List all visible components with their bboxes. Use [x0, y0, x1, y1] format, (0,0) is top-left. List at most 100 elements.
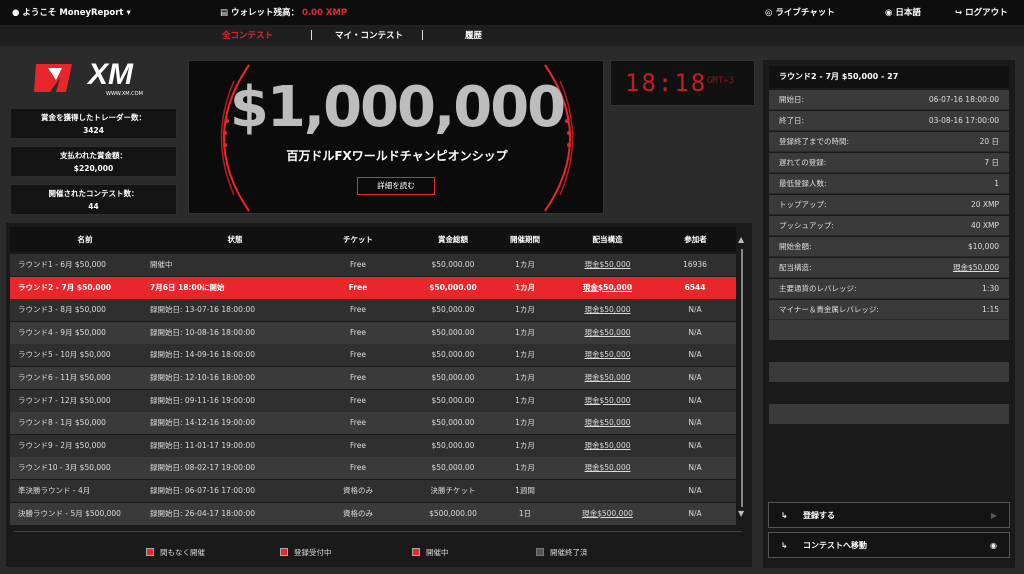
table-row[interactable]: ラウンド1 - 6月 $50,000 開催中 Free $50,000.00 1カ月 現金…	[10, 254, 736, 276]
globe-icon: ◉	[885, 8, 893, 18]
legend-label: 開催中	[426, 548, 449, 557]
table-row[interactable]: 決勝ラウンド - 5月 $500,000 録開始日: 26-04-17 18:00…	[10, 502, 736, 525]
table-row[interactable]: ラウンド4 - 9月 $50,000 録開始日: 10-08-16 18:00:0…	[10, 321, 736, 344]
table-row[interactable]: ラウンド7 - 12月 $50,000 録開始日: 09-11-16 19:00:…	[10, 389, 736, 412]
table-cell: N/A	[688, 440, 702, 450]
payout-link[interactable]: 現金$50,000	[565, 254, 650, 276]
payout-link[interactable]	[565, 480, 650, 502]
table-cell: $500,000.00	[429, 508, 477, 518]
table-row[interactable]: ラウンド3 - 8月 $50,000 録開始日: 13-07-16 18:00:0…	[10, 299, 736, 322]
user-menu[interactable]: ● ようこそ MoneyReport ▾	[12, 0, 131, 26]
table-cell: 1カ月	[515, 350, 535, 360]
play-icon: ▶	[990, 511, 997, 520]
payout-link[interactable]: 現金$50,000	[565, 344, 650, 366]
table-cell: 1カ月	[514, 282, 536, 292]
legend-label: 開催終了済	[550, 548, 588, 557]
table-cell: Free	[350, 418, 366, 428]
detail-key: 開始日:	[779, 95, 805, 104]
live-chat-label: ライブチャット	[775, 8, 835, 18]
table-cell: 録開始日: 09-11-16 19:00:00	[150, 395, 256, 405]
table-row[interactable]: ラウンド5 - 10月 $50,000 録開始日: 14-09-16 18:00:…	[10, 344, 736, 367]
payout-link[interactable]: 現金$500,000	[565, 503, 650, 525]
detail-row: 開始金額: $10,000	[769, 237, 1009, 257]
detail-key: マイナー＆貴金属レバレッジ:	[779, 305, 879, 314]
table-row[interactable]: ラウンド6 - 11月 $50,000 録開始日: 12-10-16 18:00:…	[10, 367, 736, 389]
payout-link[interactable]: 現金$50,000	[565, 299, 650, 321]
go-to-contest-button[interactable]: ↳ コンテストへ移動 ◉	[768, 532, 1010, 558]
table-cell: $50,000.00	[431, 260, 475, 269]
wallet-label: ウォレット残高：	[231, 8, 300, 18]
tab-all-contests[interactable]: 全コンテスト	[222, 26, 273, 46]
table-cell: 録開始日: 12-10-16 18:00:00	[150, 373, 256, 382]
detail-value: 20 日	[979, 137, 999, 146]
table-cell: 1週間	[515, 486, 535, 495]
detail-payout-link[interactable]: 現金$50,000	[953, 258, 999, 278]
detail-key: 遅れての登録:	[779, 158, 827, 167]
tab-bar	[0, 26, 1024, 46]
legend-upcoming: 間もなく開催	[146, 547, 205, 558]
table-cell: 決勝チケット	[430, 486, 476, 495]
scroll-down-icon[interactable]: ▼	[738, 509, 744, 518]
legend-swatch	[412, 548, 420, 556]
table-cell: N/A	[688, 395, 702, 405]
table-cell: ラウンド8 - 1月 $50,000	[18, 418, 106, 428]
scroll-up-icon[interactable]: ▲	[738, 235, 744, 244]
table-cell: 録開始日: 11-01-17 19:00:00	[150, 440, 256, 450]
logout-link[interactable]: ↪ ログアウト	[955, 0, 1008, 26]
table-cell: 16936	[683, 260, 707, 269]
legend-swatch	[536, 548, 544, 556]
detail-value: 06-07-16 18:00:00	[928, 95, 999, 104]
arrow-right-icon: ↳	[781, 511, 788, 520]
detail-row: 最低登録人数: 1	[769, 174, 1009, 194]
table-cell: N/A	[688, 350, 702, 360]
table-cell: 録開始日: 06-07-16 17:00:00	[150, 486, 256, 495]
table-cell: ラウンド1 - 6月 $50,000	[18, 260, 106, 269]
detail-row: 開始日: 06-07-16 18:00:00	[769, 90, 1009, 110]
detail-key: 登録終了までの時間:	[779, 137, 850, 146]
table-cell: N/A	[688, 486, 702, 495]
payout-link[interactable]: 現金$50,000	[565, 390, 650, 412]
banner-amount: $1,000,000	[229, 75, 566, 140]
table-row-selected[interactable]: ラウンド2 - 7月 $50,000 7月6日 18:00に開始 Free $50,0…	[10, 276, 736, 299]
payout-link[interactable]: 現金$50,000	[565, 457, 650, 479]
payout-link[interactable]: 現金$50,000	[565, 435, 650, 457]
payout-link[interactable]: 現金$50,000	[565, 322, 650, 344]
detail-row: 遅れての登録: 7 日	[769, 153, 1009, 173]
table-cell: 1カ月	[515, 463, 535, 473]
table-row[interactable]: ラウンド9 - 2月 $50,000 録開始日: 11-01-17 19:00:0…	[10, 434, 736, 457]
language-selector[interactable]: ◉ 日本語	[885, 0, 921, 26]
tab-history[interactable]: 履歴	[465, 26, 482, 46]
table-cell: ラウンド3 - 8月 $50,000	[18, 305, 106, 315]
table-row[interactable]: 準決勝ラウンド - 4月 録開始日: 06-07-16 17:00:00 資格のみ 決…	[10, 480, 736, 502]
detail-title: ラウンド2 - 7月 $50,000 - 27	[769, 66, 1009, 88]
legend-running: 開催中	[412, 547, 449, 558]
table-row[interactable]: ラウンド8 - 1月 $50,000 録開始日: 14-12-16 19:00:0…	[10, 412, 736, 435]
read-more-button[interactable]: 詳細を読む	[357, 177, 435, 195]
table-cell: N/A	[688, 327, 702, 337]
table-cell: Free	[350, 305, 366, 315]
arrow-right-icon: ↳	[781, 541, 788, 550]
tab-my-contests[interactable]: マイ・コンテスト	[335, 26, 403, 46]
table-cell: 資格のみ	[343, 508, 373, 518]
legend-swatch	[280, 548, 288, 556]
payout-link[interactable]: 現金$50,000	[565, 367, 650, 389]
scrollbar-track[interactable]	[741, 249, 743, 507]
table-cell: $50,000.00	[431, 418, 475, 428]
legend-finished: 開催終了済	[536, 547, 588, 558]
table-scrollbar[interactable]: ▲ ▼	[738, 235, 746, 519]
contest-detail-panel: ラウンド2 - 7月 $50,000 - 27 開始日: 06-07-16 18:…	[763, 60, 1015, 568]
table-row[interactable]: ラウンド10 - 3月 $50,000 録開始日: 08-02-17 19:00:…	[10, 457, 736, 480]
table-cell: Free	[348, 282, 368, 292]
table-cell: 1カ月	[515, 373, 535, 382]
live-chat-link[interactable]: ◎ ライブチャット	[765, 0, 835, 26]
col-header-duration: 開催期間	[510, 235, 540, 244]
register-button[interactable]: ↳ 登録する ▶	[768, 502, 1010, 528]
chevron-down-icon: ▾	[126, 8, 131, 18]
legend-registration-open: 登録受付中	[280, 547, 332, 558]
table-cell: $50,000.00	[431, 350, 475, 360]
legend-label: 間もなく開催	[160, 548, 205, 557]
payout-link[interactable]: 現金$50,000	[565, 412, 650, 434]
payout-link[interactable]: 現金$50,000	[565, 277, 650, 299]
table-cell: Free	[350, 327, 366, 337]
table-cell: 1カ月	[515, 305, 535, 315]
